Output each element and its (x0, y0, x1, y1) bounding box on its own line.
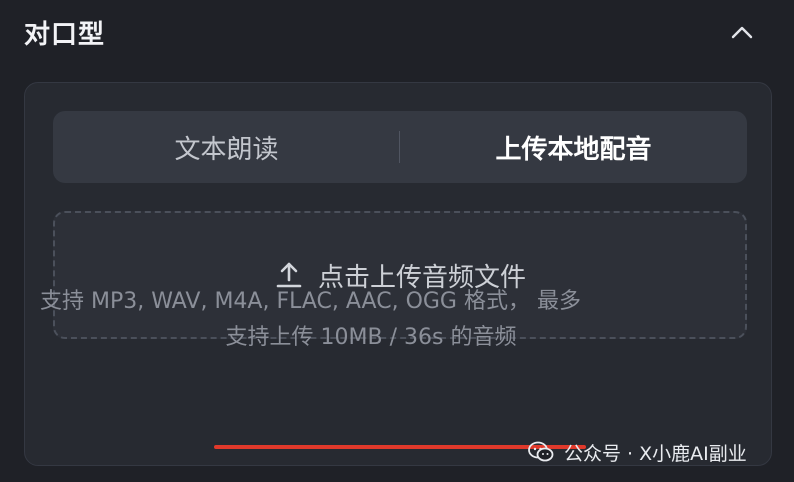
watermark-text: 公众号 · X小鹿AI副业 (564, 442, 747, 465)
format-hint-line2: 支持上传 10MB / 36s 的音频 (225, 325, 517, 350)
section-header: 对口型 (0, 0, 794, 64)
lip-sync-panel: 文本朗读 上传本地配音 点击上传音频文件 (24, 82, 772, 466)
chevron-up-icon (731, 26, 753, 39)
wechat-icon (528, 441, 554, 463)
tab-text-to-speech[interactable]: 文本朗读 (53, 111, 400, 183)
audio-source-tabs: 文本朗读 上传本地配音 (53, 111, 747, 183)
tab-upload-local-audio[interactable]: 上传本地配音 (400, 111, 747, 183)
format-hint-line1: 支持 MP3, WAV, M4A, FLAC, AAC, OGG 格式， 最多 (40, 289, 581, 314)
section-title: 对口型 (24, 20, 106, 50)
format-hint: 支持 MP3, WAV, M4A, FLAC, AAC, OGG 格式， 最多 … (40, 284, 720, 356)
collapse-button[interactable] (728, 18, 756, 46)
watermark: 公众号 · X小鹿AI副业 (528, 437, 747, 467)
